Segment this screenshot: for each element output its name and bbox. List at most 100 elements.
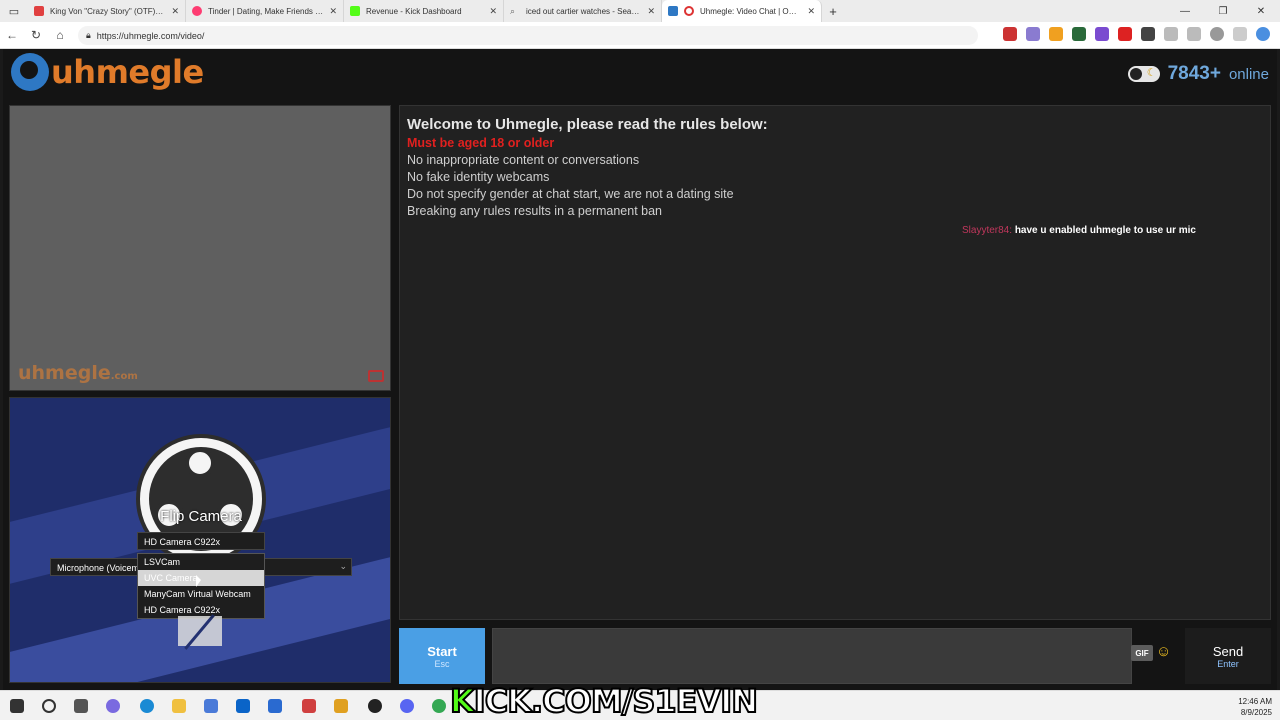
close-icon[interactable]: ✕ xyxy=(171,6,179,17)
overlay-url: ICK.COM/S1EVIN xyxy=(473,681,759,720)
window-close-icon[interactable]: ✕ xyxy=(1242,0,1280,22)
rule-identity: No fake identity webcams xyxy=(407,170,550,184)
logo-text: uhmegle xyxy=(51,53,204,91)
close-icon[interactable]: ✕ xyxy=(647,6,655,17)
uhmegle-favicon-icon xyxy=(668,6,678,16)
extension-icon[interactable] xyxy=(1118,27,1132,41)
amazon-icon[interactable] xyxy=(1049,27,1063,41)
obs-icon[interactable] xyxy=(368,699,382,713)
send-hint: Enter xyxy=(1217,658,1239,669)
outlook-icon[interactable] xyxy=(236,699,250,713)
discord-icon[interactable] xyxy=(400,699,414,713)
extension-icons xyxy=(1003,27,1270,41)
window-controls: — ❐ ✕ xyxy=(1166,0,1280,22)
system-clock[interactable]: 12:46 AM 8/9/2025 xyxy=(1238,696,1272,718)
chrome-icon[interactable] xyxy=(432,699,446,713)
extension-icon[interactable] xyxy=(1003,27,1017,41)
search-icon[interactable] xyxy=(42,699,56,713)
welcome-heading: Welcome to Uhmegle, please read the rule… xyxy=(407,116,768,133)
message-text: have u enabled uhmegle to use ur mic xyxy=(1014,225,1196,236)
site-logo[interactable]: uhmegle xyxy=(11,53,204,91)
tab-uhmegle[interactable]: Uhmegle: Video Chat | Omegle ✕ xyxy=(662,0,822,22)
site-info-icon[interactable]: 🔒︎ xyxy=(86,30,91,41)
store-icon[interactable] xyxy=(268,699,282,713)
online-label: online xyxy=(1228,65,1269,83)
gif-button[interactable]: GIF xyxy=(1131,645,1153,661)
start-menu-icon[interactable] xyxy=(10,699,24,713)
theme-toggle[interactable]: ☾ xyxy=(1127,66,1160,82)
camera-off-icon[interactable] xyxy=(178,616,222,646)
message-input[interactable] xyxy=(492,628,1132,684)
maximize-icon[interactable]: ❐ xyxy=(1204,0,1242,22)
app-icon[interactable] xyxy=(204,699,218,713)
home-icon[interactable]: ⌂ xyxy=(48,28,72,42)
search-icon: ⌕ xyxy=(510,6,516,16)
task-view-icon[interactable] xyxy=(74,699,88,713)
tab-king-von[interactable]: King Von "Crazy Story" (OTF) (WS ✕ xyxy=(28,0,186,22)
collections-icon[interactable] xyxy=(1187,27,1201,41)
uhmegle-page: uhmegle ☾ 7843+ online uhmegle.com Flip … xyxy=(3,49,1277,690)
start-label: Start xyxy=(427,643,457,659)
kick-icon xyxy=(350,6,360,16)
tab-actions-icon[interactable]: ▭ xyxy=(0,0,28,22)
profile-avatar[interactable] xyxy=(1210,27,1224,41)
camera-option-lsvcam[interactable]: LSVCam xyxy=(138,554,264,570)
minimize-icon[interactable]: — xyxy=(1166,0,1204,22)
start-hint: Esc xyxy=(434,658,450,669)
favorites-icon[interactable] xyxy=(1164,27,1178,41)
address-bar-row: ← ↻ ⌂ 🔒︎ https://uhmegle.com/video/ xyxy=(0,22,1280,49)
tab-label: King Von "Crazy Story" (OTF) (WS xyxy=(50,6,166,16)
rule-content: No inappropriate content or conversation… xyxy=(407,153,640,167)
send-label: Send xyxy=(1212,643,1244,659)
send-button[interactable]: Send Enter xyxy=(1185,628,1271,684)
close-icon[interactable]: ✕ xyxy=(807,6,815,17)
camera-option-uvc[interactable]: UVC Camera xyxy=(138,570,264,586)
camera-select[interactable]: HD Camera C922x xyxy=(137,532,265,550)
camera-dropdown: LSVCam UVC Camera ManyCam Virtual Webcam… xyxy=(137,553,265,619)
stranger-video: uhmegle.com xyxy=(9,105,391,391)
stream-overlay-text: KICK.COM/S1EVIN xyxy=(449,681,759,720)
watermark: uhmegle.com xyxy=(18,362,138,384)
tab-tinder[interactable]: Tinder | Dating, Make Friends & M ✕ xyxy=(186,0,344,22)
url-field[interactable]: 🔒︎ https://uhmegle.com/video/ xyxy=(78,26,978,45)
tab-search[interactable]: ⌕ iced out cartier watches - Search ✕ xyxy=(504,0,662,22)
new-tab-button[interactable]: + xyxy=(822,4,844,19)
more-menu-icon[interactable] xyxy=(1233,27,1247,41)
back-icon[interactable]: ← xyxy=(0,28,24,42)
close-icon[interactable]: ✕ xyxy=(489,6,497,17)
file-explorer-icon[interactable] xyxy=(172,699,186,713)
close-icon[interactable]: ✕ xyxy=(329,6,337,17)
tab-label: Uhmegle: Video Chat | Omegle xyxy=(700,6,802,16)
rule-ban: Breaking any rules results in a permanen… xyxy=(407,204,663,218)
emoji-icon[interactable]: ☺ xyxy=(1156,643,1171,660)
extension-icon[interactable] xyxy=(1026,27,1040,41)
tinder-icon xyxy=(192,6,202,16)
moon-icon: ☾ xyxy=(1146,67,1157,79)
start-button[interactable]: Start Esc xyxy=(399,628,485,684)
url-text: https://uhmegle.com/video/ xyxy=(96,30,205,41)
chevron-down-icon: ⌄ xyxy=(339,561,347,571)
refresh-icon[interactable]: ↻ xyxy=(24,28,48,42)
extension-icon[interactable] xyxy=(1072,27,1086,41)
clock-time: 12:46 AM xyxy=(1238,697,1272,706)
browser-tab-strip: ▭ King Von "Crazy Story" (OTF) (WS ✕ Tin… xyxy=(0,0,1280,22)
app-icon[interactable] xyxy=(334,699,348,713)
online-indicator: ☾ 7843+ online xyxy=(1127,63,1269,85)
extension-icon[interactable] xyxy=(1141,27,1155,41)
edge-icon[interactable] xyxy=(140,699,154,713)
flip-camera-label[interactable]: Flip Camera xyxy=(146,508,256,525)
extension-icon[interactable] xyxy=(1095,27,1109,41)
rule-gender: Do not specify gender at chat start, we … xyxy=(407,187,734,201)
rule-age: Must be aged 18 or older xyxy=(407,136,555,150)
mouse-cursor xyxy=(196,575,201,587)
online-count: 7843+ xyxy=(1167,63,1221,84)
report-icon[interactable] xyxy=(368,370,384,382)
app-icon[interactable] xyxy=(302,699,316,713)
tab-kick-dashboard[interactable]: Revenue - Kick Dashboard ✕ xyxy=(344,0,504,22)
camera-option-manycam[interactable]: ManyCam Virtual Webcam xyxy=(138,586,264,602)
copilot-icon[interactable] xyxy=(106,699,120,713)
copilot-icon[interactable] xyxy=(1256,27,1270,41)
overlay-kick-k: K xyxy=(449,681,476,720)
chat-message: Slayyter84: have u enabled uhmegle to us… xyxy=(962,225,1196,236)
message-nick: Slayyter84: xyxy=(962,225,1013,236)
